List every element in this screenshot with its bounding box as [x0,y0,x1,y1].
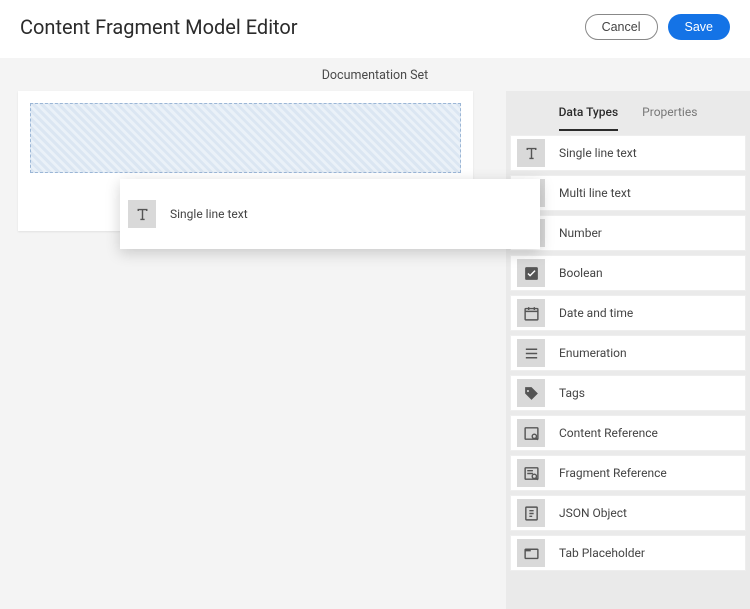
tab-properties[interactable]: Properties [642,105,697,131]
text-icon [128,200,156,228]
boolean-icon [517,259,545,287]
enum-icon [517,339,545,367]
data-type-card[interactable]: Multi line text [510,175,746,211]
fragmentref-icon [517,459,545,487]
data-type-card[interactable]: Number [510,215,746,251]
model-name-bar: Documentation Set [0,58,750,91]
model-name-label: Documentation Set [322,68,429,83]
side-panel: Data Types Properties Single line text Mu… [506,91,750,609]
data-type-card[interactable]: Enumeration [510,335,746,371]
data-type-label: Boolean [559,266,603,280]
dropzone[interactable] [30,103,461,173]
data-type-label: Enumeration [559,346,627,360]
data-type-label: Tags [559,386,585,400]
data-type-card[interactable]: Single line text [510,135,746,171]
data-type-card[interactable]: Content Reference [510,415,746,451]
cancel-button[interactable]: Cancel [585,14,658,40]
tab-data-types[interactable]: Data Types [559,105,619,131]
data-type-label: Number [559,226,602,240]
data-type-card[interactable]: Tab Placeholder [510,535,746,571]
date-icon [517,299,545,327]
data-type-card[interactable]: JSON Object [510,495,746,531]
header-actions: Cancel Save [585,14,730,40]
tags-icon [517,379,545,407]
tab-icon [517,539,545,567]
side-tabs: Data Types Properties [506,91,750,131]
editor-header: Content Fragment Model Editor Cancel Sav… [0,0,750,58]
data-type-card[interactable]: Fragment Reference [510,455,746,491]
data-type-label: Multi line text [559,186,631,200]
dragging-card-label: Single line text [170,207,248,221]
data-type-label: Single line text [559,146,637,160]
workspace: Single line text Data Types Properties S… [0,91,750,609]
contentref-icon [517,419,545,447]
data-type-card[interactable]: Boolean [510,255,746,291]
data-type-label: Fragment Reference [559,466,667,480]
text-icon [517,139,545,167]
data-type-card[interactable]: Tags [510,375,746,411]
canvas-area: Single line text [0,91,506,609]
data-type-label: Date and time [559,306,633,320]
data-type-card[interactable]: Date and time [510,295,746,331]
data-type-list: Single line text Multi line text Number Boo… [506,131,750,575]
data-type-label: JSON Object [559,506,627,520]
data-type-label: Content Reference [559,426,658,440]
dragging-card[interactable]: Single line text [120,179,540,249]
save-button[interactable]: Save [668,14,731,40]
json-icon [517,499,545,527]
page-title: Content Fragment Model Editor [20,15,298,39]
data-type-label: Tab Placeholder [559,546,645,560]
